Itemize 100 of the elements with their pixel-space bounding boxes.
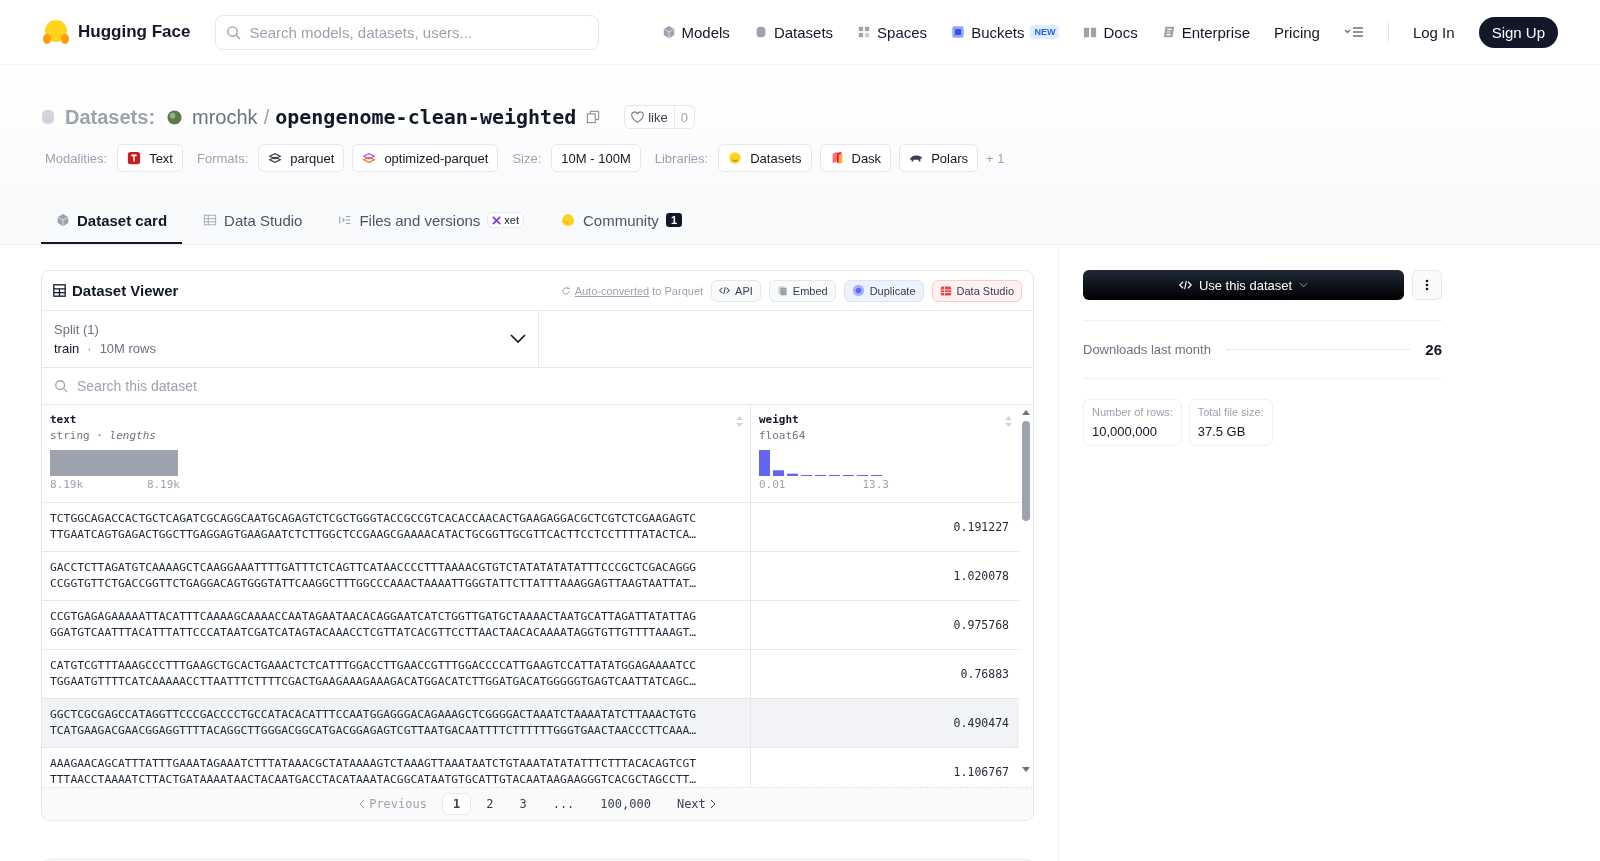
nav-link[interactable]: Pricing (1274, 23, 1320, 41)
enterprise-icon (1161, 25, 1176, 39)
more-options-button[interactable] (1412, 270, 1442, 300)
table-row[interactable]: CCGTGAGAGAAAAATTACATTTCAAAAGCAAAACCAATAGAATAACACAGGAATCATCTGGTTGATGCTAAAACTAATGCATTAGATTATATTAG GGATGTCAATTTACATTTATTCCCATAATCGATCATAGTACAAACCTCGTTATCACGTTCCTTAACTAACACAAAATAGGTGTTGTTTTAAAGT… 0.975768 (42, 601, 1019, 650)
column-type: float64 (759, 429, 806, 442)
book-icon (1083, 25, 1098, 39)
weight-cell-text: 0.76883 (959, 666, 1010, 683)
stat-value: 37.5 GB (1197, 424, 1247, 439)
text-cell: CCGTGAGAGAAAAATTACATTTCAAAAGCAAAACCAATAGAATAACACAGGAATCATCTGGTTGATGCTAAAACTAATGCATTAGATTATATTAG GGATGTCAATTTACATTTATTCCCATAATCGATCATAGTACAAACCTCGTTATCACGTTCCTTAACTAACACAAAATAGGTGTTGTTTTAAAGT… (42, 601, 751, 649)
table-row[interactable]: TCTGGCAGACCACTGCTCAGATCGCAGGCAATGCAGAGTCTCGCTGGGTACCGCCGTCACACCAACACTGAAGAGGACGCTCGTCTCGAAGAGTC TTGAATCAGTGAGACTGGCTTGAGGAGTGAAGAATCTCTTGGCTCCGAAGCGAAAACATACTGCGGTTGCGTTCACTTCCTCCTTTTATACTCA… 0.191227 (42, 503, 1019, 552)
avatar-icon (167, 109, 183, 125)
tab[interactable]: Community 1 (545, 198, 697, 244)
page-link[interactable]: 100,000 (589, 793, 662, 815)
nav-link[interactable]: Docs (1083, 23, 1138, 41)
code-icon (1178, 280, 1192, 290)
tag-chip[interactable]: 10M - 100M (551, 144, 641, 172)
nav-link[interactable]: Enterprise (1161, 23, 1251, 41)
nav-link[interactable]: Datasets (753, 23, 834, 41)
stat-value: 10,000,000 (1092, 424, 1159, 439)
copy-icon[interactable] (586, 110, 601, 124)
duplicate-icon (851, 284, 865, 297)
search-icon (226, 24, 242, 40)
stat-label: Total file size: (1197, 406, 1264, 418)
tab[interactable]: Data Studio (188, 198, 318, 244)
code-icon (719, 285, 731, 296)
page-link[interactable]: 2 (475, 793, 505, 815)
text-cell: TCTGGCAGACCACTGCTCAGATCGCAGGCAATGCAGAGTCTCGCTGGGTACCGCCGTCACACCAACACTGAAGAGGACGCTCGTCTCGAAGAGTC TTGAATCAGTGAGACTGGCTTGAGGAGTGAAGAATCTCTTGGCTCCGAAGCGAAAACATACTGCGGTTGCGTTCACTTCCTCCTTTTATACTCA… (42, 503, 751, 551)
heart-icon (631, 110, 645, 124)
range-min: 0.01 (759, 478, 786, 491)
text-cell: CATGTCGTTTAAAGCCCTTTGAAGCTGCACTGAAACTCTCATTTGGACCTTGAACCGTTTGGACCCCATTGAAGTCCATTATATGGAGAAAATCC TGGAATGTTTTCATCAAAAACCTTAATTTCTTTTCGACTGAAGAAAGAAAGACATGGACATCTTGGATGACATGGGGGTGAGTCAATTATCAGC… (42, 650, 751, 698)
table-icon (53, 284, 66, 297)
column-type: string · lengths (50, 429, 156, 442)
menu-button[interactable] (1343, 25, 1364, 39)
viewer-action-button[interactable]: Embed (768, 279, 836, 302)
text-cell: GACCTCTTAGATGTCAAAAGCTCAAGGAAATTTTGATTTCTCAGTTCATAACCCCTTTAAAACGTGTCTATATATATATTTCCCGCTCGACAGGG CCGGTGTTCTGACCGGTTCTGAGGACAGTGGGTATTCAAGGCTTTGGCCCAAACTAAAATTGGGTATTCTTATTTAAAGGAGTTAAGTAATTAT… (42, 552, 751, 600)
page-link[interactable]: 3 (508, 793, 538, 815)
tag-chip[interactable]: Text (117, 144, 183, 172)
downloads-value: 26 (1425, 341, 1442, 358)
weight-cell-text: 0.975768 (952, 617, 1010, 634)
tag-group-label: Size: (512, 150, 542, 166)
sort-icon[interactable] (1004, 415, 1013, 428)
column-name: weight (759, 413, 799, 426)
downloads-label: Downloads last month (1083, 342, 1211, 357)
nav-link[interactable]: Buckets NEW (951, 23, 1060, 41)
tag-chip[interactable]: Dask (819, 144, 892, 172)
weight-cell-text: 1.020078 (952, 568, 1010, 585)
tag-chip[interactable]: Datasets (718, 144, 812, 172)
login-link[interactable]: Log In (1412, 23, 1455, 41)
page-link[interactable]: 1 (441, 793, 472, 815)
text-icon (127, 151, 142, 165)
owner-link[interactable]: mrochk (192, 105, 258, 129)
tab[interactable]: Dataset card (41, 198, 183, 244)
page-link[interactable]: ... (541, 793, 586, 815)
files-icon (338, 213, 353, 227)
stat-label: Number of rows: (1092, 406, 1173, 418)
weight-cell-text: 0.490474 (952, 715, 1010, 732)
like-button[interactable]: like 0 (624, 105, 695, 129)
sort-icon[interactable] (735, 415, 744, 428)
weight-cell-text: 1.106767 (952, 764, 1010, 781)
tab[interactable]: Files and versions xet (323, 198, 539, 244)
weight-cell-text: 0.191227 (952, 519, 1010, 536)
table-icon (939, 284, 952, 297)
viewer-action-button[interactable]: Data Studio (931, 279, 1022, 302)
brand-name[interactable]: Hugging Face (78, 22, 191, 42)
signup-button[interactable]: Sign Up (1478, 16, 1558, 48)
range-min: 8.19k (50, 478, 84, 491)
repo-type-label: Datasets: (65, 105, 156, 129)
nav-link[interactable]: Models (661, 23, 730, 41)
use-dataset-button[interactable]: Use this dataset (1083, 270, 1404, 300)
chevron-left-icon (358, 799, 366, 809)
tag-chip[interactable]: optimized-parquet (352, 144, 499, 172)
tag-group-label: Libraries: (654, 150, 709, 166)
viewer-action-button[interactable]: API (711, 279, 761, 302)
range-max: 13.3 (862, 478, 889, 491)
new-badge: NEW (1030, 25, 1060, 39)
tag-chip[interactable]: Polars (899, 144, 978, 172)
cube-icon (56, 213, 70, 227)
chevron-down-icon (510, 334, 526, 344)
table-row[interactable]: CATGTCGTTTAAAGCCCTTTGAAGCTGCACTGAAACTCTCATTTGGACCTTGAACCGTTTGGACCCCATTGAAGTCCATTATATGGAGAAAATCC TGGAATGTTTTCATCAAAAACCTTAATTTCTTTTCGACTGAAGAAAGAAAGACATGGACATCTTGGATGACATGGGGGTGAGTCAATTATCAGC… 0.76883 (42, 650, 1019, 699)
table-icon (203, 213, 218, 227)
more-icon (1425, 279, 1429, 291)
table-row[interactable]: GACCTCTTAGATGTCAAAAGCTCAAGGAAATTTTGATTTCTCAGTTCATAACCCCTTTAAAACGTGTCTATATATATATTTCCCGCTCGACAGGG CCGGTGTTCTGACCGGTTCTGAGGACAGTGGGTATTCAAGGCTTTGGCCCAAACTAAAATTGGGTATTCTTATTTAAAGGAGTTAAGTAATTAT… 1.020078 (42, 552, 1019, 601)
parquet-icon (362, 151, 377, 165)
table-row[interactable]: GGCTCGCGAGCCATAGGTTCCCGACCCCTGCCATACACATTTCCAATGGAGGGACAGAAAGCTCGGGGACTAAATCTAAAATATCTTAAACTGTG TCATGAAGACGAACGGAGGTTTTACAGGCTTGGGACGGCATGACGGAGAGTCGTTAATGACAATTTTCTTTTTTGGGTGAACTAACCCTTCAAA… 0.490474 (42, 699, 1019, 748)
grid-icon (857, 25, 872, 39)
dataset-name: opengenome-clean-weighted (275, 105, 577, 129)
conversion-note: Auto-converted to Parquet (560, 284, 704, 297)
square-icon (951, 25, 966, 39)
nav-link[interactable]: Spaces (857, 23, 928, 41)
next-page-link[interactable]: Next (665, 793, 728, 815)
viewer-title: Dataset Viewer (72, 282, 179, 299)
database-icon (41, 109, 55, 125)
viewer-action-button[interactable]: Duplicate (843, 279, 924, 302)
xet-badge: xet (487, 212, 524, 228)
split-select[interactable]: Split (1) train · 10M rows (42, 311, 539, 367)
copy-icon (776, 285, 788, 296)
range-max: 8.19k (146, 478, 180, 491)
logo-icon[interactable] (42, 18, 70, 46)
tag-chip[interactable]: parquet (258, 144, 345, 172)
chevron-down-icon (1299, 282, 1309, 288)
